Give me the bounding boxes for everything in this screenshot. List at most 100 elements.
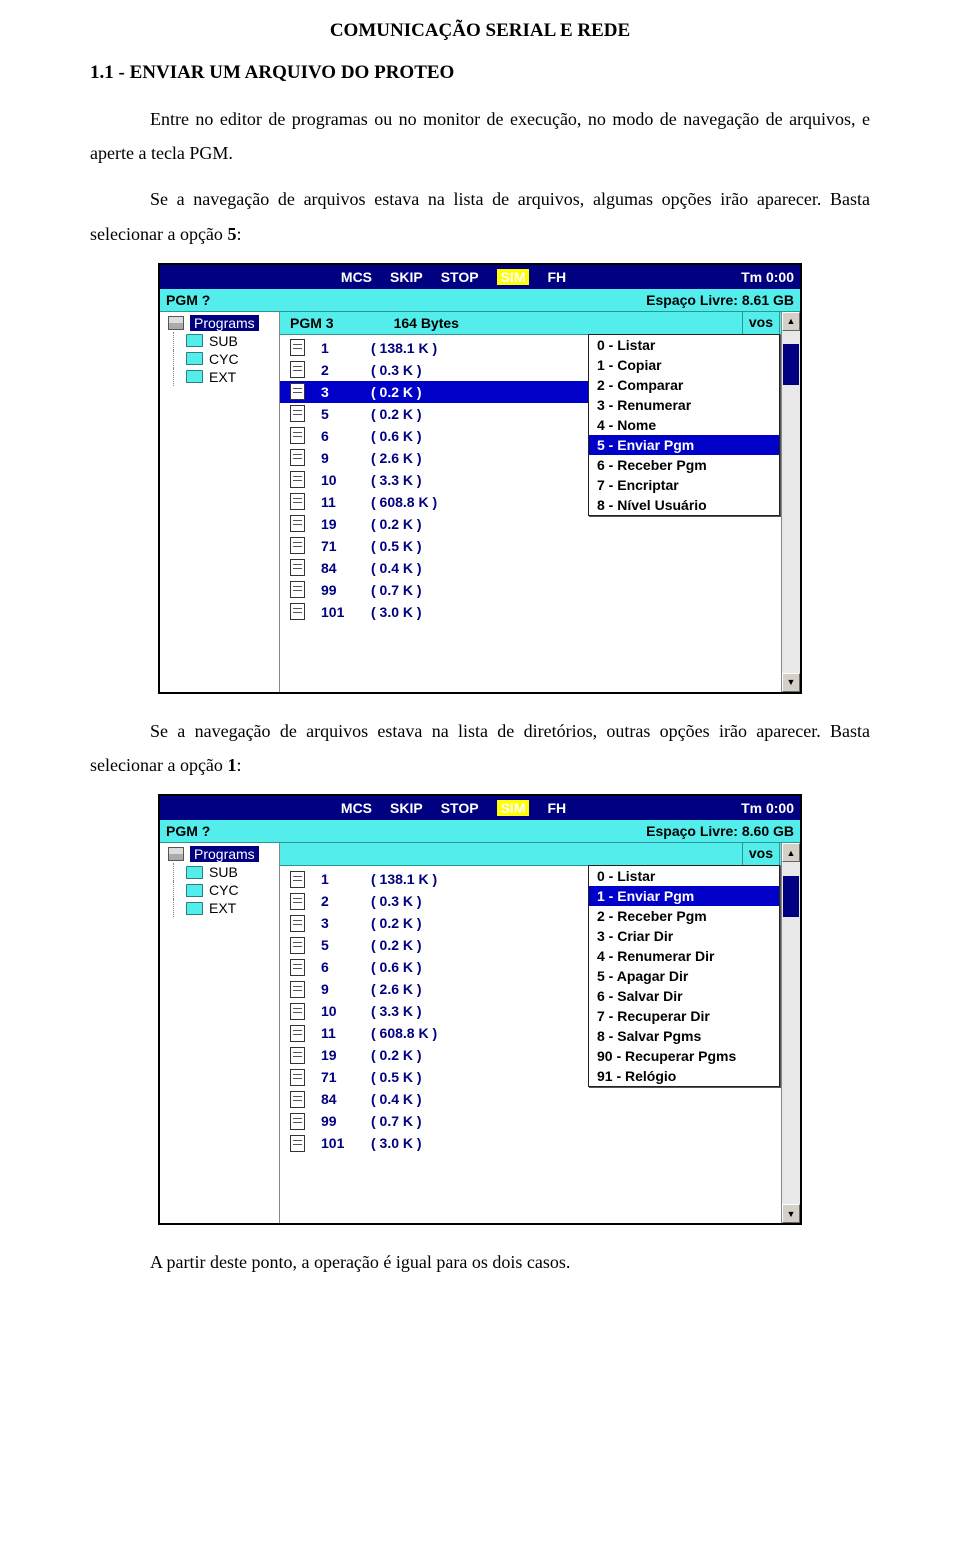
- file-icon: [290, 493, 305, 510]
- file-size: ( 0.4 K ): [371, 1091, 422, 1107]
- status-tm: Tm 0:00: [741, 269, 794, 285]
- file-icon: [290, 1135, 305, 1152]
- context-menu-item[interactable]: 2 - Receber Pgm: [589, 906, 779, 926]
- file-icon: [290, 871, 305, 888]
- context-menu-item[interactable]: 2 - Comparar: [589, 375, 779, 395]
- file-icon: [290, 361, 305, 378]
- file-size: ( 3.0 K ): [371, 604, 422, 620]
- file-size: ( 0.3 K ): [371, 362, 422, 378]
- file-size: ( 608.8 K ): [371, 494, 437, 510]
- tree-root[interactable]: Programs: [160, 314, 279, 332]
- file-list-header: PGM 3 164 Bytes: [280, 312, 800, 335]
- scrollbar[interactable]: ▲ ▼: [781, 312, 800, 692]
- file-size: ( 0.6 K ): [371, 428, 422, 444]
- context-menu-item[interactable]: 0 - Listar: [589, 335, 779, 355]
- file-row[interactable]: 84( 0.4 K ): [280, 557, 800, 579]
- context-menu-item[interactable]: 8 - Nível Usuário: [589, 495, 779, 515]
- scroll-down-button[interactable]: ▼: [782, 1204, 800, 1223]
- context-menu-item[interactable]: 8 - Salvar Pgms: [589, 1026, 779, 1046]
- context-menu: 0 - Listar1 - Copiar2 - Comparar3 - Renu…: [588, 334, 780, 516]
- context-menu-item[interactable]: 91 - Relógio: [589, 1066, 779, 1086]
- scroll-track[interactable]: [782, 331, 800, 673]
- scroll-track[interactable]: [782, 862, 800, 1204]
- tree-sub[interactable]: SUB: [160, 863, 279, 881]
- tree-root-label: Programs: [190, 315, 259, 331]
- file-name: 19: [321, 516, 371, 532]
- paragraph-3: Se a navegação de arquivos estava na lis…: [90, 714, 870, 782]
- file-size: ( 3.3 K ): [371, 1003, 422, 1019]
- file-size: ( 0.6 K ): [371, 959, 422, 975]
- file-size: ( 0.7 K ): [371, 582, 422, 598]
- file-row[interactable]: 99( 0.7 K ): [280, 579, 800, 601]
- folder-icon: [186, 370, 203, 383]
- file-name: 11: [321, 494, 371, 510]
- context-menu-item[interactable]: 6 - Receber Pgm: [589, 455, 779, 475]
- context-menu-item[interactable]: 5 - Apagar Dir: [589, 966, 779, 986]
- status-mcs: MCS: [341, 269, 372, 285]
- file-row[interactable]: 19( 0.2 K ): [280, 513, 800, 535]
- paragraph-1: Entre no editor de programas ou no monit…: [90, 102, 870, 170]
- scrollbar[interactable]: ▲ ▼: [781, 843, 800, 1223]
- file-size: ( 0.2 K ): [371, 384, 422, 400]
- file-name: 3: [321, 384, 371, 400]
- file-icon: [290, 405, 305, 422]
- file-size: ( 0.4 K ): [371, 560, 422, 576]
- file-icon: [290, 1047, 305, 1064]
- folder-icon: [186, 866, 203, 879]
- tree-ext[interactable]: EXT: [160, 899, 279, 917]
- file-name: 6: [321, 428, 371, 444]
- file-list-area: PGM 3 164 Bytes vos 0 - Listar1 - Copiar…: [280, 312, 800, 692]
- file-row[interactable]: 84( 0.4 K ): [280, 1088, 800, 1110]
- context-menu-item[interactable]: 7 - Recuperar Dir: [589, 1006, 779, 1026]
- file-size: ( 0.2 K ): [371, 915, 422, 931]
- tree-ext[interactable]: EXT: [160, 368, 279, 386]
- context-menu-item[interactable]: 5 - Enviar Pgm: [589, 435, 779, 455]
- scroll-up-button[interactable]: ▲: [782, 312, 800, 331]
- folder-icon: [186, 334, 203, 347]
- file-row[interactable]: 101( 3.0 K ): [280, 601, 800, 623]
- scroll-up-button[interactable]: ▲: [782, 843, 800, 862]
- file-row[interactable]: 99( 0.7 K ): [280, 1110, 800, 1132]
- drive-icon: [168, 316, 184, 330]
- context-menu-item[interactable]: 4 - Renumerar Dir: [589, 946, 779, 966]
- status-stop: STOP: [441, 800, 479, 816]
- context-menu-item[interactable]: 1 - Copiar: [589, 355, 779, 375]
- tree-cyc[interactable]: CYC: [160, 881, 279, 899]
- scroll-down-button[interactable]: ▼: [782, 673, 800, 692]
- file-name: 1: [321, 340, 371, 356]
- file-size: ( 2.6 K ): [371, 981, 422, 997]
- file-icon: [290, 1003, 305, 1020]
- context-menu-item[interactable]: 0 - Listar: [589, 866, 779, 886]
- file-row[interactable]: 101( 3.0 K ): [280, 1132, 800, 1154]
- file-icon: [290, 937, 305, 954]
- context-menu-item[interactable]: 3 - Renumerar: [589, 395, 779, 415]
- scroll-thumb[interactable]: [783, 876, 799, 917]
- file-size: ( 3.0 K ): [371, 1135, 422, 1151]
- context-menu-item[interactable]: 3 - Criar Dir: [589, 926, 779, 946]
- context-menu-item[interactable]: 90 - Recuperar Pgms: [589, 1046, 779, 1066]
- file-size: ( 0.7 K ): [371, 1113, 422, 1129]
- file-name: 9: [321, 450, 371, 466]
- status-bar: MCS SKIP STOP SIM FH Tm 0:00: [160, 265, 800, 289]
- file-row[interactable]: 71( 0.5 K ): [280, 535, 800, 557]
- context-menu-item[interactable]: 6 - Salvar Dir: [589, 986, 779, 1006]
- tree-cyc[interactable]: CYC: [160, 350, 279, 368]
- free-space: Espaço Livre: 8.61 GB: [646, 292, 800, 308]
- file-name: 84: [321, 1091, 371, 1107]
- tree-root[interactable]: Programs: [160, 845, 279, 863]
- page-header: COMUNICAÇÃO SERIAL E REDE: [90, 20, 870, 42]
- file-icon: [290, 339, 305, 356]
- context-menu-item[interactable]: 4 - Nome: [589, 415, 779, 435]
- file-icon: [290, 471, 305, 488]
- file-name: 9: [321, 981, 371, 997]
- file-name: 101: [321, 604, 371, 620]
- file-size: ( 0.2 K ): [371, 937, 422, 953]
- context-menu-item[interactable]: 7 - Encriptar: [589, 475, 779, 495]
- file-icon: [290, 515, 305, 532]
- scroll-thumb[interactable]: [783, 344, 799, 385]
- status-mcs: MCS: [341, 800, 372, 816]
- file-name: 99: [321, 582, 371, 598]
- context-menu-item[interactable]: 1 - Enviar Pgm: [589, 886, 779, 906]
- file-name: 2: [321, 362, 371, 378]
- tree-sub[interactable]: SUB: [160, 332, 279, 350]
